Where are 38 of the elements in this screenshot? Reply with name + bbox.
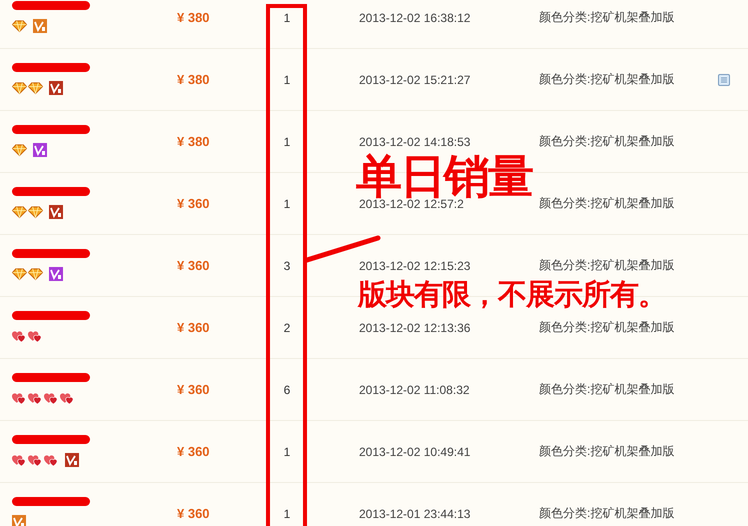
- purchase-time: 2013-12-02 14:18:53: [359, 134, 472, 148]
- quantity: 3: [282, 258, 292, 272]
- purchase-time: 2013-12-02 16:38:12: [359, 10, 472, 24]
- quantity: 1: [282, 444, 292, 458]
- quantity: 6: [282, 382, 292, 396]
- price: ¥ 380: [177, 72, 211, 87]
- quantity: 1: [282, 506, 292, 520]
- quantity: 2: [282, 320, 292, 334]
- product-variant: 颜色分类:挖矿机架叠加版: [539, 195, 676, 212]
- purchase-time: 2013-12-02 12:15:23: [359, 258, 472, 272]
- purchase-time: 2013-12-02 15:21:27: [359, 72, 472, 86]
- quantity: 1: [282, 10, 292, 24]
- quantity: 1: [282, 196, 292, 210]
- price: ¥ 360: [177, 320, 211, 335]
- annotation-title: 单日销量: [356, 153, 532, 199]
- product-variant: 颜色分类:挖矿机架叠加版: [539, 71, 676, 88]
- note-icon[interactable]: [718, 74, 730, 86]
- purchase-time: 2013-12-02 11:08:32: [359, 382, 471, 396]
- purchase-time: 2013-12-02 10:49:41: [359, 444, 472, 458]
- price: ¥ 360: [177, 196, 211, 211]
- purchase-time: 2013-12-01 23:44:13: [359, 506, 472, 520]
- price: ¥ 360: [177, 506, 211, 521]
- product-variant: 颜色分类:挖矿机架叠加版: [539, 133, 676, 150]
- price: ¥ 360: [177, 382, 211, 397]
- price: ¥ 380: [177, 134, 211, 149]
- product-variant: 颜色分类:挖矿机架叠加版: [539, 9, 676, 26]
- price: ¥ 380: [177, 10, 211, 25]
- product-variant: 颜色分类:挖矿机架叠加版: [539, 443, 676, 460]
- product-variant: 颜色分类:挖矿机架叠加版: [539, 505, 676, 522]
- quantity: 1: [282, 72, 292, 86]
- product-variant: 颜色分类:挖矿机架叠加版: [539, 381, 676, 398]
- product-variant: 颜色分类:挖矿机架叠加版: [539, 319, 676, 336]
- purchase-time: 2013-12-02 12:13:36: [359, 320, 472, 334]
- product-variant: 颜色分类:挖矿机架叠加版: [539, 257, 676, 274]
- price: ¥ 360: [177, 444, 211, 459]
- quantity: 1: [282, 134, 292, 148]
- annotation-subtitle: 版块有限，不展示所有。: [358, 280, 666, 309]
- price: ¥ 360: [177, 258, 211, 273]
